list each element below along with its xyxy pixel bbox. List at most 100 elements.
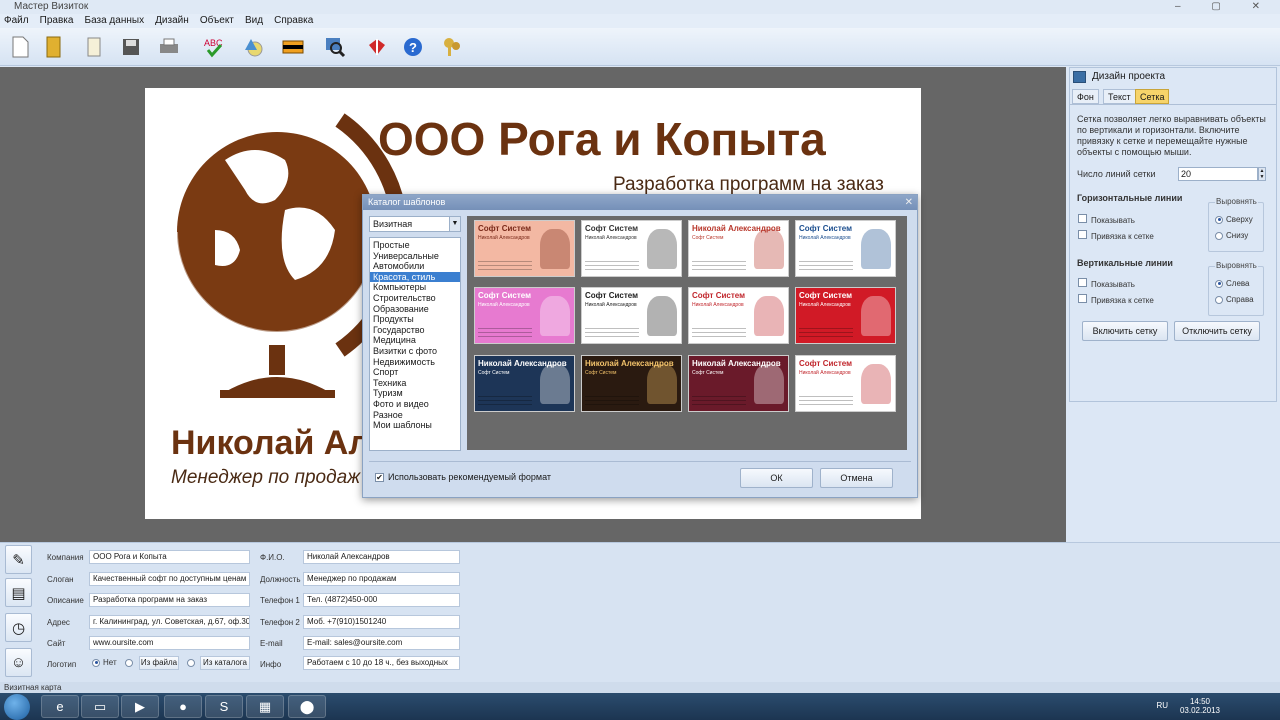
logo-catalog-radio[interactable] xyxy=(187,658,198,667)
template-thumbnail[interactable]: Николай Александров Софт Систем xyxy=(581,355,682,412)
skype-icon[interactable]: S xyxy=(205,695,243,718)
card-wizard-icon[interactable]: ▦ xyxy=(246,695,284,718)
document-icon[interactable] xyxy=(82,35,106,59)
template-thumbnail[interactable]: Софт Систем Николай Александров xyxy=(581,287,682,344)
list-item-selected[interactable]: Красота, стиль xyxy=(370,271,460,283)
email-field[interactable]: E-mail: sales@oursite.com xyxy=(303,636,460,650)
vertical-snap-checkbox[interactable]: Привязка к сетке xyxy=(1078,294,1154,305)
image-icon[interactable] xyxy=(281,35,305,59)
menu-file[interactable]: Файл xyxy=(0,14,33,28)
help-icon[interactable]: ? xyxy=(401,35,425,59)
menu-object[interactable]: Объект xyxy=(196,14,238,28)
clock-icon[interactable]: ◷ xyxy=(5,613,32,642)
horizontal-snap-checkbox[interactable]: Привязка к сетке xyxy=(1078,230,1154,241)
book-icon[interactable]: ▤ xyxy=(5,578,32,607)
explorer-icon[interactable]: ▭ xyxy=(81,695,119,718)
user-search-icon[interactable]: ☺ xyxy=(5,648,32,677)
grid-lines-spinner[interactable]: ▲ ▼ xyxy=(1258,167,1266,181)
recommended-format-checkbox[interactable]: ✔ Использовать рекомендуемый формат xyxy=(375,472,551,482)
save-icon[interactable] xyxy=(119,35,143,59)
list-item[interactable]: Спорт xyxy=(370,367,460,378)
logo-from-catalog-button[interactable]: Из каталога xyxy=(200,656,250,670)
window-controls[interactable]: – ▢ ✕ xyxy=(1175,0,1274,14)
address-field[interactable]: г. Калининград, ул. Советская, д.67, оф.… xyxy=(89,615,250,629)
shapes-icon[interactable] xyxy=(241,35,265,59)
zoom-icon[interactable] xyxy=(323,35,347,59)
template-thumbnail[interactable]: Софт Систем Николай Александров xyxy=(474,220,575,277)
align-left-radio[interactable]: Слева xyxy=(1215,279,1250,288)
list-item[interactable]: Медицина xyxy=(370,335,460,346)
list-item[interactable]: Фото и видео xyxy=(370,399,460,410)
ie-icon[interactable]: e xyxy=(41,695,79,718)
align-right-radio[interactable]: Справа xyxy=(1215,295,1254,304)
template-thumbnail[interactable]: Николай Александров Софт Систем xyxy=(474,355,575,412)
edit-card-icon[interactable]: ✎ xyxy=(5,545,32,574)
menu-view[interactable]: Вид xyxy=(241,14,267,28)
grid-lines-input[interactable]: 20 xyxy=(1178,167,1258,181)
logo-file-radio[interactable] xyxy=(125,658,136,667)
logo-from-file-button[interactable]: Из файла xyxy=(139,656,179,670)
category-list[interactable]: Простые Универсальные Автомобили Красота… xyxy=(369,237,461,451)
list-item[interactable]: Мои шаблоны xyxy=(370,420,460,431)
gift-icon[interactable] xyxy=(364,35,388,59)
print-icon[interactable] xyxy=(157,35,181,59)
chevron-down-icon[interactable]: ▼ xyxy=(449,217,460,231)
position-field[interactable]: Менеджер по продажам xyxy=(303,572,460,586)
cancel-button[interactable]: Отмена xyxy=(820,468,893,488)
spellcheck-icon[interactable]: ABC xyxy=(202,35,226,59)
tab-background[interactable]: Фон xyxy=(1072,89,1099,104)
list-item[interactable]: Туризм xyxy=(370,388,460,399)
list-item[interactable]: Образование xyxy=(370,304,460,315)
template-thumbnail[interactable]: Николай Александров Софт Систем xyxy=(688,220,789,277)
horizontal-show-checkbox[interactable]: Показывать xyxy=(1078,214,1135,225)
checkbox[interactable]: ✔ xyxy=(375,472,384,482)
template-thumbnail[interactable]: Софт Систем Николай Александров xyxy=(795,355,896,412)
template-thumbnail[interactable]: Софт Систем Николай Александров xyxy=(795,220,896,277)
list-item[interactable]: Простые xyxy=(370,240,460,251)
list-item[interactable]: Продукты xyxy=(370,314,460,325)
vertical-show-checkbox[interactable]: Показывать xyxy=(1078,278,1135,289)
language-indicator[interactable]: RU xyxy=(1156,701,1168,710)
list-item[interactable]: Государство xyxy=(370,325,460,336)
site-field[interactable]: www.oursite.com xyxy=(89,636,250,650)
list-item[interactable]: Автомобили xyxy=(370,261,460,272)
menu-design[interactable]: Дизайн xyxy=(151,14,193,28)
close-icon[interactable]: ✕ xyxy=(905,195,913,210)
info-field[interactable]: Работаем с 10 до 18 ч., без выходных xyxy=(303,656,460,670)
start-button[interactable] xyxy=(4,694,30,720)
template-thumbnail[interactable]: Софт Систем Николай Александров xyxy=(795,287,896,344)
tab-grid[interactable]: Сетка xyxy=(1135,89,1170,104)
list-item[interactable]: Разное xyxy=(370,410,460,421)
description-field[interactable]: Разработка программ на заказ xyxy=(89,593,250,607)
ok-button[interactable]: ОК xyxy=(740,468,813,488)
enable-grid-button[interactable]: Включить сетку xyxy=(1082,321,1168,341)
open-folder-icon[interactable] xyxy=(42,35,66,59)
list-item[interactable]: Универсальные xyxy=(370,251,460,262)
keys-icon[interactable] xyxy=(440,35,464,59)
template-thumbnail[interactable]: Николай Александров Софт Систем xyxy=(688,355,789,412)
fio-field[interactable]: Николай Александров xyxy=(303,550,460,564)
template-thumbnail[interactable]: Софт Систем Николай Александров xyxy=(688,287,789,344)
menu-help[interactable]: Справка xyxy=(270,14,317,28)
slogan-field[interactable]: Качественный софт по доступным ценам xyxy=(89,572,250,586)
disable-grid-button[interactable]: Отключить сетку xyxy=(1174,321,1260,341)
list-item[interactable]: Визитки с фото xyxy=(370,346,460,357)
phone2-field[interactable]: Моб. +7(910)1501240 xyxy=(303,615,460,629)
list-item[interactable]: Недвижимость xyxy=(370,357,460,368)
media-player-icon[interactable]: ▶ xyxy=(121,695,159,718)
logo-none-radio[interactable]: Нет xyxy=(92,658,117,667)
menu-database[interactable]: База данных xyxy=(81,14,149,28)
align-bottom-radio[interactable]: Снизу xyxy=(1215,231,1248,240)
phone1-field[interactable]: Тел. (4872)450-000 xyxy=(303,593,460,607)
list-item[interactable]: Компьютеры xyxy=(370,282,460,293)
template-thumbnail[interactable]: Софт Систем Николай Александров xyxy=(474,287,575,344)
menu-edit[interactable]: Правка xyxy=(36,14,78,28)
tab-text[interactable]: Текст xyxy=(1103,89,1136,104)
template-thumbnail[interactable]: Софт Систем Николай Александров xyxy=(581,220,682,277)
company-field[interactable]: ООО Рога и Копыта xyxy=(89,550,250,564)
list-item[interactable]: Техника xyxy=(370,378,460,389)
card-type-dropdown[interactable]: Визитная ▼ xyxy=(369,216,461,232)
new-file-icon[interactable] xyxy=(8,35,32,59)
record-icon[interactable]: ⬤ xyxy=(288,695,326,718)
align-top-radio[interactable]: Сверху xyxy=(1215,215,1253,224)
